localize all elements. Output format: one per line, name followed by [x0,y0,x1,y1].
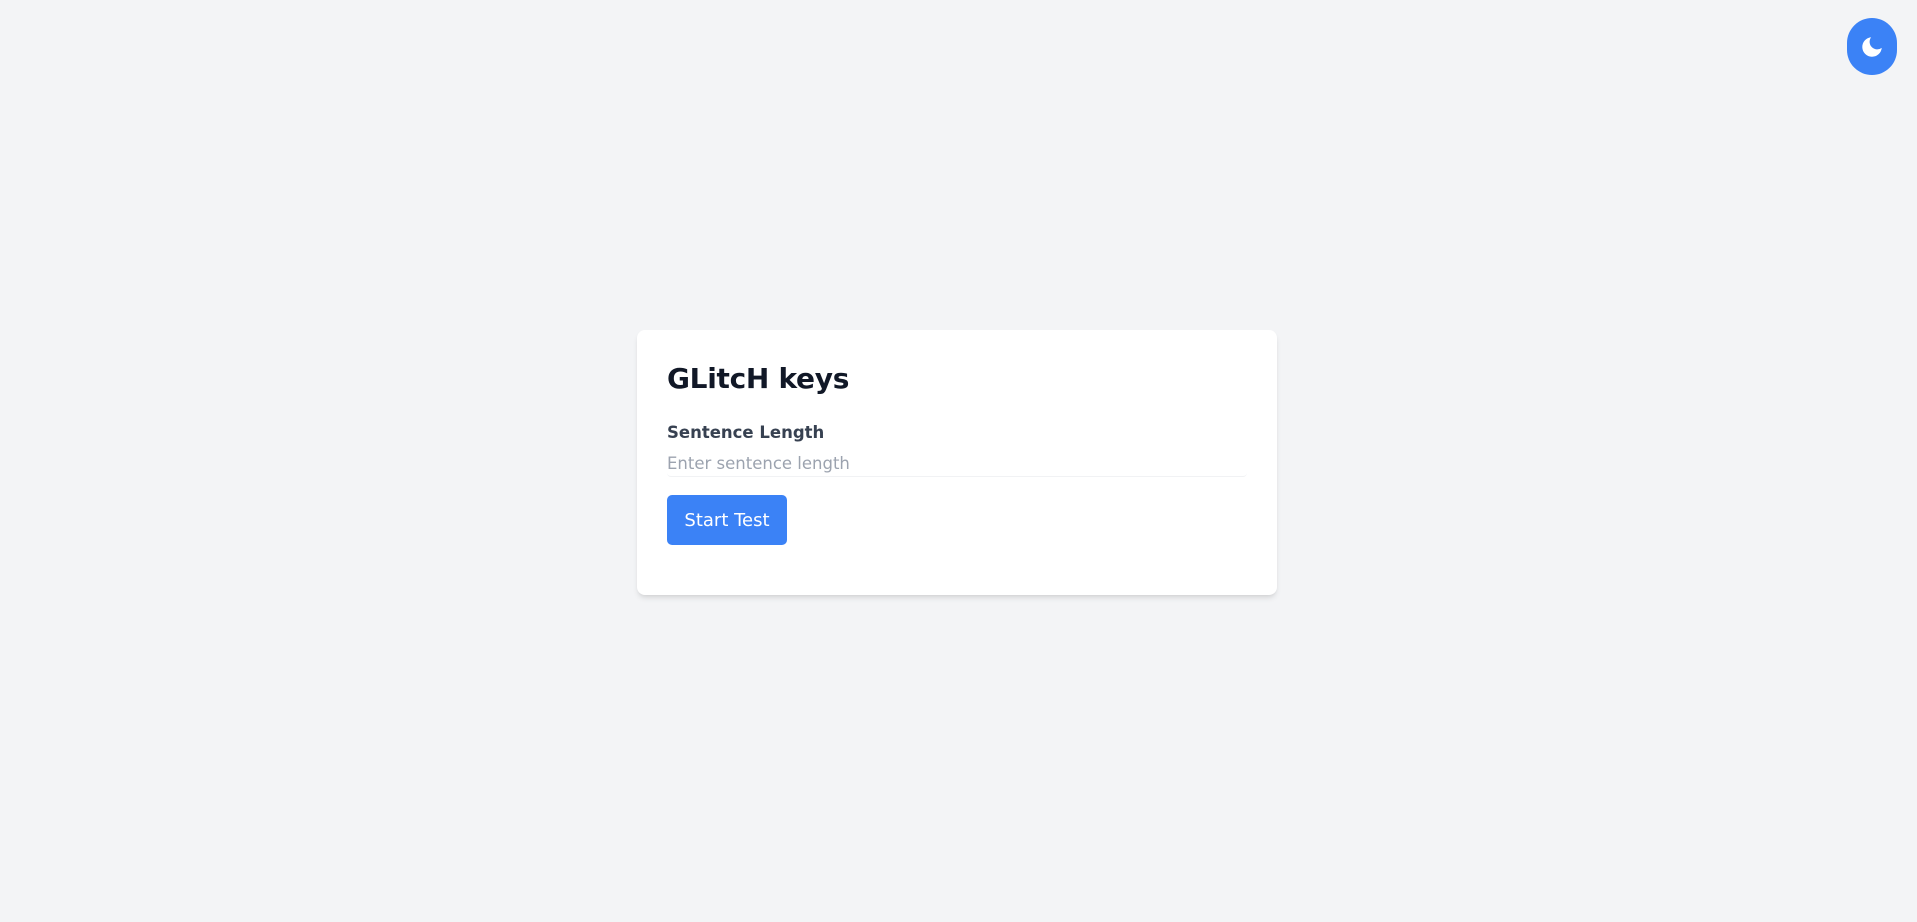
moon-icon [1859,34,1885,60]
sentence-length-input[interactable] [667,450,1247,477]
theme-toggle-button[interactable] [1847,18,1897,75]
app-title: GLitcH keys [667,362,850,395]
test-setup-card: GLitcH keys Sentence Length Start Test [637,330,1277,595]
start-test-button[interactable]: Start Test [667,495,787,545]
sentence-length-label: Sentence Length [667,423,825,442]
